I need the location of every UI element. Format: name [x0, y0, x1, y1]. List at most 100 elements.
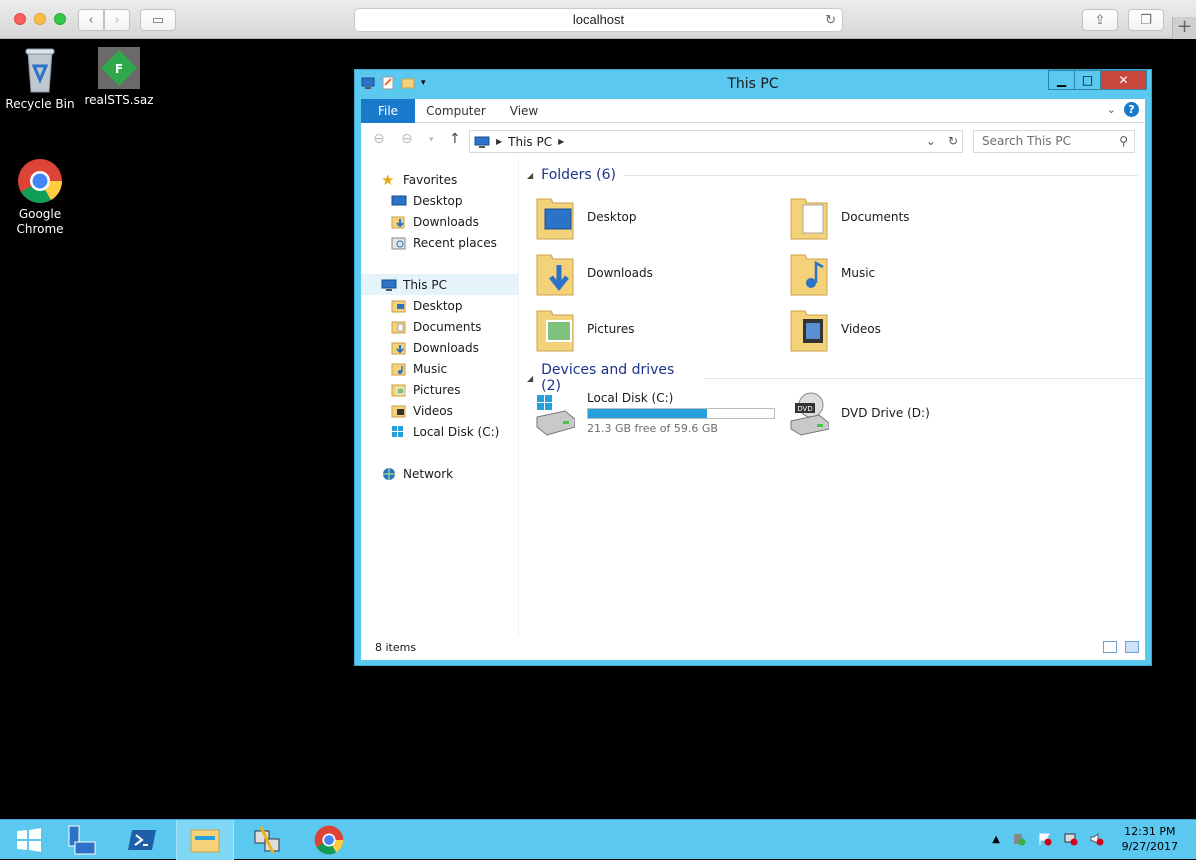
- up-arrow-icon[interactable]: ↑: [449, 131, 461, 147]
- file-explorer-icon: [190, 829, 220, 853]
- close-button[interactable]: ✕: [1100, 70, 1147, 90]
- nav-this-pc[interactable]: This PC: [361, 274, 518, 295]
- back-button[interactable]: ‹: [78, 9, 104, 31]
- volume-muted-icon[interactable]: [1090, 832, 1104, 846]
- breadcrumb-separator-icon[interactable]: ▶: [558, 137, 564, 146]
- nav-label: Local Disk (C:): [413, 424, 500, 439]
- desktop-icon-recycle-bin[interactable]: Recycle Bin: [0, 46, 80, 112]
- tab-file[interactable]: File: [361, 99, 415, 123]
- desktop-icon-chrome[interactable]: Google Chrome: [0, 158, 80, 237]
- drive-c[interactable]: Local Disk (C:) 21.3 GB free of 59.6 GB: [535, 389, 775, 437]
- network-status-icon[interactable]: [1064, 832, 1078, 846]
- nav-pc-documents[interactable]: Documents: [391, 316, 481, 337]
- group-folders[interactable]: ◢ Folders (6): [527, 167, 1138, 183]
- collapse-triangle-icon[interactable]: ◢: [527, 171, 533, 180]
- details-view-icon[interactable]: [1103, 641, 1117, 653]
- windows-logo-icon: [17, 828, 41, 852]
- minimize-button[interactable]: ▁: [1048, 70, 1075, 90]
- address-dropdown-icon[interactable]: ⌄: [926, 134, 936, 148]
- search-input[interactable]: Search This PC ⚲: [973, 130, 1135, 153]
- drive-usage-bar: [587, 408, 775, 419]
- nav-network[interactable]: Network: [381, 463, 453, 484]
- nav-fav-desktop[interactable]: Desktop: [391, 190, 463, 211]
- address-bar-explorer[interactable]: ▶ This PC ▶ ⌄ ↻: [469, 130, 963, 153]
- reload-icon[interactable]: ↻: [825, 9, 836, 31]
- maximize-button[interactable]: □: [1074, 70, 1101, 90]
- refresh-icon[interactable]: ↻: [948, 134, 958, 148]
- drive-d[interactable]: DVD DVD Drive (D:): [789, 389, 930, 437]
- network-icon: [383, 467, 395, 480]
- folder-label: Music: [841, 266, 876, 280]
- folder-desktop[interactable]: Desktop: [535, 193, 637, 241]
- nav-label: Favorites: [403, 172, 458, 187]
- forward-arrow-icon[interactable]: ⊖: [401, 131, 413, 147]
- fullscreen-button[interactable]: [54, 13, 66, 25]
- tabs-overview-button[interactable]: ❐: [1128, 9, 1164, 31]
- taskbar-chrome[interactable]: [300, 820, 358, 860]
- taskbar-server-manager[interactable]: [52, 820, 110, 860]
- collapse-triangle-icon[interactable]: ◢: [527, 374, 533, 383]
- divider: [624, 174, 1138, 176]
- ribbon: File Computer View ⌄ ?: [361, 99, 1145, 123]
- action-center-flag-icon[interactable]: [1038, 832, 1052, 846]
- nav-favorites[interactable]: ★ Favorites: [381, 169, 457, 190]
- window-controls: ▁ □ ✕: [1048, 70, 1147, 90]
- share-button[interactable]: ⇪: [1082, 9, 1118, 31]
- window-titlebar[interactable]: ▾ This PC ▁ □ ✕: [355, 70, 1151, 98]
- help-icon[interactable]: ?: [1124, 102, 1139, 117]
- ribbon-right: ⌄ ?: [1107, 102, 1139, 117]
- security-icon[interactable]: [1012, 832, 1026, 846]
- close-window-button[interactable]: [14, 13, 26, 25]
- breadcrumb-this-pc[interactable]: This PC: [508, 135, 552, 149]
- tab-computer[interactable]: Computer: [421, 99, 491, 123]
- breadcrumb-separator-icon[interactable]: ▶: [496, 137, 502, 146]
- videos-folder-icon: [790, 310, 828, 352]
- back-arrow-icon[interactable]: ⊖: [373, 131, 385, 147]
- nav-pc-videos[interactable]: Videos: [391, 400, 453, 421]
- drive-name: Local Disk (C:): [587, 391, 674, 405]
- videos-folder-icon: [391, 405, 406, 417]
- large-icons-view-icon[interactable]: [1125, 641, 1139, 653]
- divider: [704, 377, 1145, 379]
- sidebar-button[interactable]: ▭: [140, 9, 176, 31]
- folder-pictures[interactable]: Pictures: [535, 305, 635, 353]
- nav-pc-downloads[interactable]: Downloads: [391, 337, 479, 358]
- folder-downloads[interactable]: Downloads: [535, 249, 653, 297]
- nav-pc-music[interactable]: Music: [391, 358, 447, 379]
- show-hidden-icons-icon[interactable]: ▲: [992, 834, 1000, 845]
- search-icon[interactable]: ⚲: [1119, 131, 1128, 152]
- new-tab-button[interactable]: +: [1172, 17, 1196, 39]
- clock-date: 9/27/2017: [1121, 840, 1178, 853]
- pictures-folder-icon: [536, 310, 574, 352]
- nav-pc-desktop[interactable]: Desktop: [391, 295, 463, 316]
- url-text: localhost: [572, 12, 625, 27]
- nav-pc-pictures[interactable]: Pictures: [391, 379, 461, 400]
- recycle-bin-icon: [25, 48, 55, 93]
- nav-fav-downloads[interactable]: Downloads: [391, 211, 479, 232]
- folder-documents[interactable]: Documents: [789, 193, 909, 241]
- forward-button[interactable]: ›: [104, 9, 130, 31]
- nav-label: Downloads: [413, 214, 479, 229]
- star-icon: ★: [381, 170, 395, 189]
- desktop-folder-icon: [536, 198, 574, 240]
- chevron-left-icon: ‹: [88, 12, 94, 28]
- tab-view[interactable]: View: [499, 99, 549, 123]
- nav-fav-recent[interactable]: Recent places: [391, 232, 497, 253]
- network-app-icon: [254, 826, 280, 854]
- taskbar-powershell[interactable]: [114, 820, 172, 860]
- maximize-icon: □: [1081, 73, 1094, 87]
- recent-locations-icon[interactable]: ▾: [429, 135, 434, 145]
- computer-icon: [474, 136, 490, 148]
- folder-music[interactable]: Music: [789, 249, 875, 297]
- nav-pc-local-disk[interactable]: Local Disk (C:): [391, 421, 499, 442]
- taskbar-file-explorer[interactable]: [176, 820, 234, 860]
- desktop-icon-realsts[interactable]: F realSTS.saz: [79, 46, 159, 108]
- system-clock[interactable]: 12:31 PM 9/27/2017: [1122, 824, 1178, 854]
- taskbar-network-app[interactable]: [238, 820, 296, 860]
- minimize-window-button[interactable]: [34, 13, 46, 25]
- folder-videos[interactable]: Videos: [789, 305, 881, 353]
- start-button[interactable]: [0, 820, 58, 860]
- expand-ribbon-icon[interactable]: ⌄: [1107, 103, 1116, 116]
- svg-text:DVD: DVD: [797, 405, 812, 413]
- address-bar[interactable]: localhost ↻: [354, 8, 843, 32]
